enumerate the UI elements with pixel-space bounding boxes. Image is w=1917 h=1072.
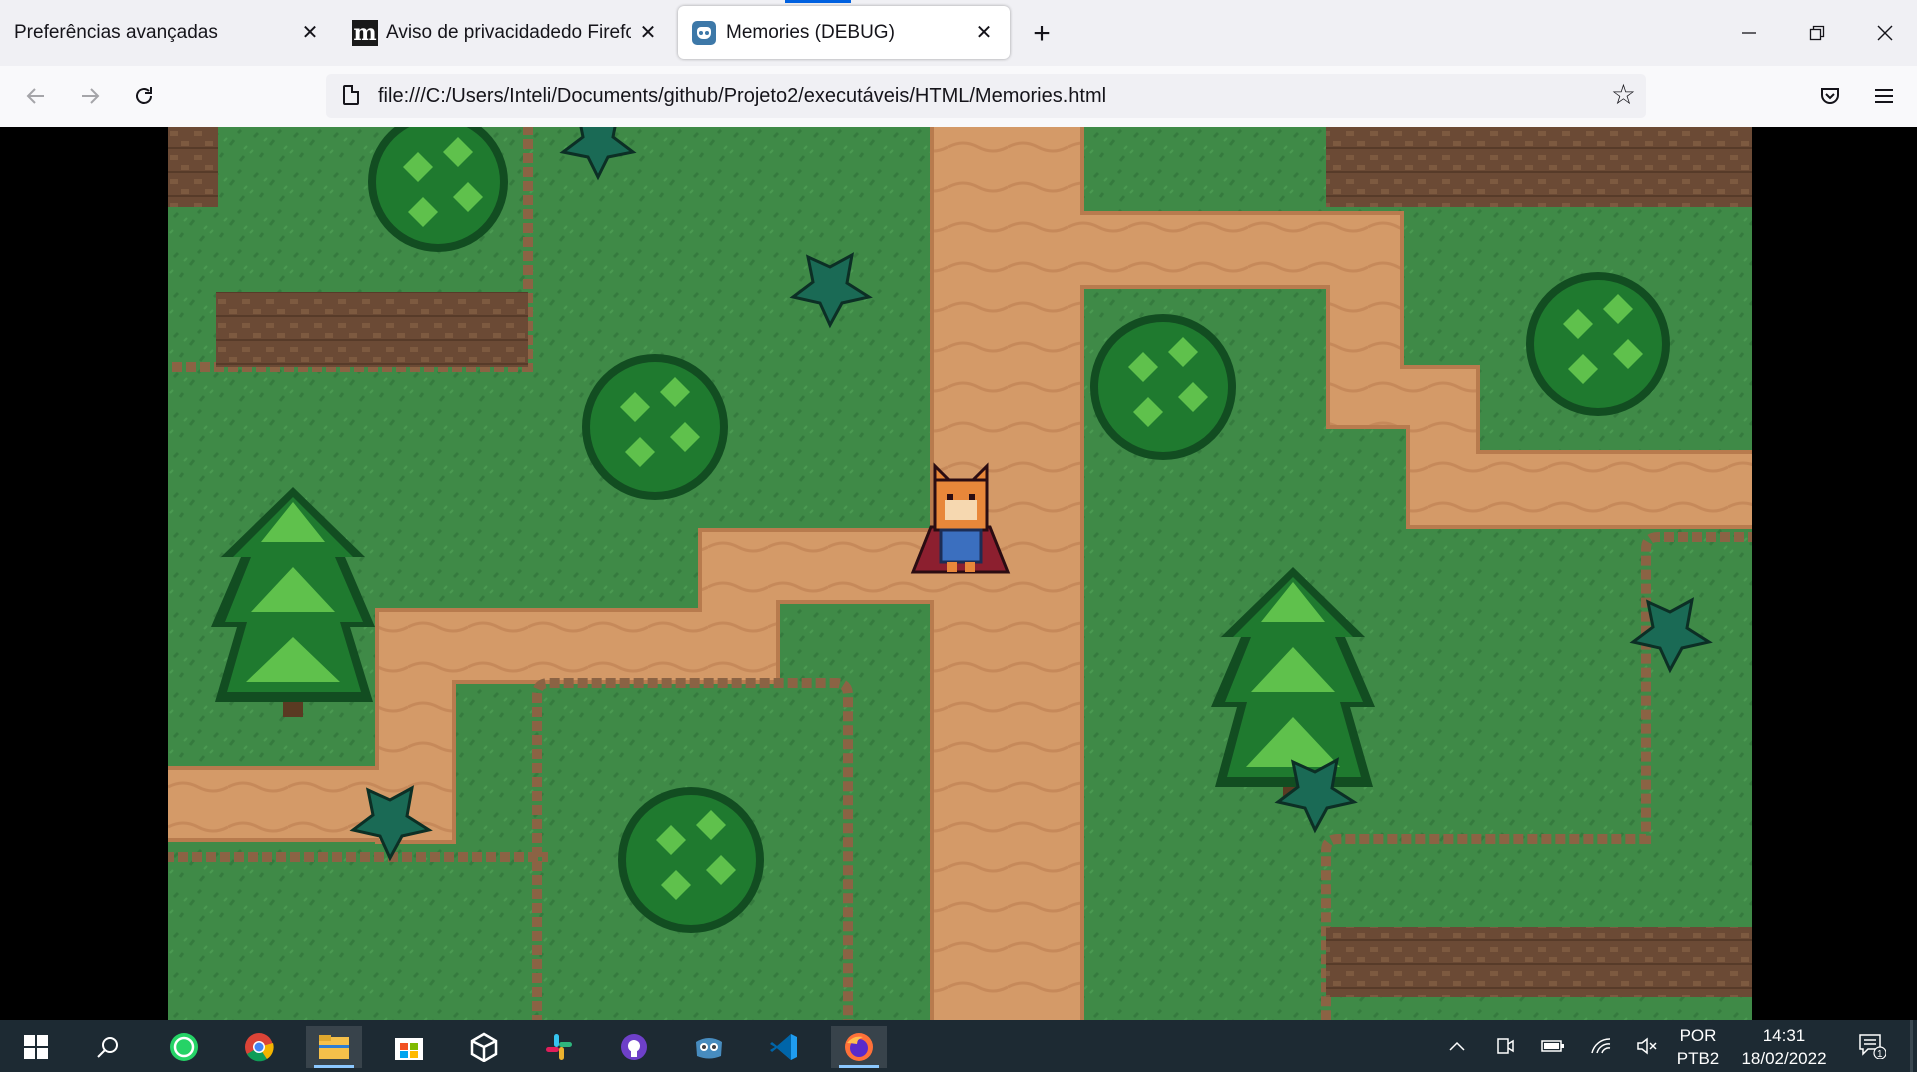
whatsapp-icon: [170, 1033, 198, 1061]
battery-button[interactable]: [1536, 1020, 1570, 1072]
forward-button[interactable]: [72, 78, 108, 114]
wifi-icon: [1591, 1038, 1611, 1054]
tab-title: Aviso de privacidadedo Firefox: [386, 21, 631, 43]
tab-title: Memories (DEBUG): [726, 21, 895, 43]
notification-center-button[interactable]: 1: [1852, 1020, 1892, 1072]
url-bar[interactable]: file:///C:/Users/Inteli/Documents/github…: [326, 74, 1646, 118]
chevron-up-icon: [1449, 1041, 1465, 1051]
search-icon: [97, 1037, 118, 1058]
meet-now-icon: [1497, 1038, 1514, 1054]
bush: [582, 354, 728, 500]
tab-advanced-preferences[interactable]: Preferências avançadas ✕: [0, 6, 336, 59]
page-icon: [343, 85, 359, 105]
clock-time: 14:31: [1762, 1026, 1806, 1045]
url-text[interactable]: file:///C:/Users/Inteli/Documents/github…: [378, 85, 1106, 108]
game-canvas[interactable]: [168, 127, 1752, 1020]
close-window-button[interactable]: [1862, 12, 1908, 54]
hamburger-menu-icon: [1875, 89, 1893, 103]
file-explorer-icon: [319, 1035, 349, 1059]
volume-muted-icon: [1637, 1037, 1657, 1055]
back-arrow-icon: [26, 88, 44, 104]
mozilla-m-icon: m: [352, 19, 378, 46]
restore-icon: [1809, 25, 1825, 41]
notification-count: 1: [1877, 1049, 1883, 1060]
close-icon: [1877, 25, 1893, 41]
clock-date: 18/02/2022: [1741, 1049, 1827, 1068]
bush: [618, 787, 764, 933]
reload-button[interactable]: [126, 78, 162, 114]
app-menu-button[interactable]: [1866, 78, 1902, 114]
microsoft-store-icon: [395, 1038, 423, 1060]
close-tab-icon[interactable]: ✕: [972, 20, 996, 44]
keyboard-layout: PTB2: [1676, 1049, 1720, 1068]
network-button[interactable]: [1584, 1020, 1618, 1072]
close-tab-icon[interactable]: ✕: [298, 20, 322, 44]
tab-bar: Preferências avançadas ✕ m Aviso de priv…: [0, 0, 1917, 66]
search-button[interactable]: [80, 1026, 136, 1068]
whatsapp-button[interactable]: [156, 1026, 212, 1068]
tab-title: Preferências avançadas: [14, 21, 218, 43]
page-content: [0, 127, 1917, 1020]
pocket-icon: [1821, 88, 1839, 104]
bookmark-star-icon[interactable]: ☆: [1611, 78, 1636, 111]
tab-memories-debug[interactable]: Memories (DEBUG) ✕: [678, 6, 1010, 59]
reload-icon: [136, 87, 152, 104]
vscode-icon: [770, 1034, 797, 1060]
godot-icon: [696, 1038, 722, 1059]
windows-start-icon: [24, 1035, 48, 1059]
meet-now-button[interactable]: [1488, 1020, 1522, 1072]
language-code: POR: [1679, 1026, 1717, 1045]
clock[interactable]: 14:31 18/02/2022: [1734, 1024, 1834, 1070]
pocket-button[interactable]: [1812, 78, 1848, 114]
unity-button[interactable]: [456, 1026, 512, 1068]
bush: [1090, 314, 1236, 460]
windows-taskbar: POR PTB2 14:31 18/02/2022 1: [0, 1020, 1917, 1072]
windows-start-button[interactable]: [8, 1026, 64, 1068]
tab-drag-indicator: [785, 0, 851, 3]
slack-button[interactable]: [531, 1026, 587, 1068]
unity-icon: [470, 1032, 498, 1062]
chrome-icon: [245, 1033, 274, 1062]
volume-button[interactable]: [1630, 1020, 1664, 1072]
microsoft-store-button[interactable]: [381, 1026, 437, 1068]
github-desktop-button[interactable]: [606, 1026, 662, 1068]
firefox-button[interactable]: [831, 1026, 887, 1068]
minimize-icon: [1742, 32, 1756, 34]
restore-button[interactable]: [1794, 12, 1840, 54]
cliff-ledge-top-right: [1326, 127, 1752, 207]
battery-icon: [1541, 1040, 1564, 1052]
show-hidden-icons-button[interactable]: [1440, 1020, 1474, 1072]
tab-privacy-notice[interactable]: m Aviso de privacidadedo Firefox ✕: [340, 6, 674, 59]
godot-button[interactable]: [681, 1026, 737, 1068]
forward-arrow-icon: [82, 88, 100, 104]
close-tab-icon[interactable]: ✕: [636, 20, 660, 44]
github-desktop-icon: [621, 1034, 647, 1060]
file-explorer-button[interactable]: [306, 1026, 362, 1068]
back-button[interactable]: [18, 78, 54, 114]
navigation-bar: file:///C:/Users/Inteli/Documents/github…: [0, 66, 1917, 127]
vscode-button[interactable]: [756, 1026, 812, 1068]
input-language-indicator[interactable]: POR PTB2: [1670, 1024, 1726, 1070]
firefox-icon: [845, 1033, 873, 1061]
bush: [1526, 272, 1670, 416]
godot-icon: [692, 20, 716, 45]
slack-icon: [546, 1034, 572, 1060]
show-desktop-button[interactable]: [1910, 1020, 1913, 1072]
chrome-button[interactable]: [231, 1026, 287, 1068]
new-tab-button[interactable]: +: [1024, 17, 1060, 50]
minimize-button[interactable]: [1726, 12, 1772, 54]
game-scene[interactable]: [168, 127, 1752, 1020]
